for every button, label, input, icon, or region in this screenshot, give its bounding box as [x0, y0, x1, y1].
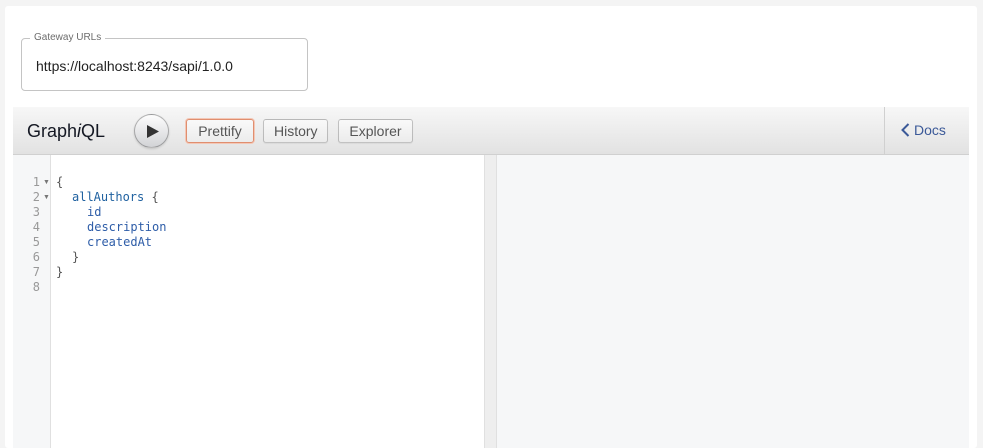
- docs-label: Docs: [914, 122, 946, 138]
- code-field: allAuthors: [72, 190, 145, 204]
- line-number: 7: [32, 265, 40, 279]
- gateway-url-label: Gateway URLs: [30, 31, 106, 44]
- line-number: 4: [32, 220, 40, 234]
- execute-query-button[interactable]: [134, 114, 169, 148]
- code-field: id: [87, 205, 102, 219]
- result-panel: [497, 155, 969, 448]
- line-number-gutter: 1 ▼ 2 ▼ 3 4 5 6 7 8: [13, 155, 51, 448]
- history-button[interactable]: History: [263, 119, 328, 143]
- prettify-button[interactable]: Prettify: [186, 119, 254, 143]
- line-number: 1: [32, 175, 40, 189]
- docs-panel-toggle: Docs: [884, 107, 969, 154]
- gateway-url-field[interactable]: [21, 38, 308, 91]
- editor-resize-handle[interactable]: [484, 155, 497, 448]
- chevron-left-icon: [901, 123, 910, 137]
- line-number: 5: [32, 235, 40, 249]
- code-line: }: [72, 250, 80, 264]
- code-line: }: [56, 265, 64, 279]
- code-line: allAuthors {: [72, 190, 159, 205]
- code-punctuation: {: [144, 190, 159, 204]
- graphiql-title: GraphiQL: [27, 121, 106, 141]
- code-field: createdAt: [87, 235, 153, 249]
- fold-arrow-icon[interactable]: ▼: [43, 175, 50, 190]
- explorer-button[interactable]: Explorer: [338, 119, 413, 143]
- docs-button[interactable]: Docs: [901, 121, 946, 139]
- line-number: 3: [32, 205, 40, 219]
- line-number: 2: [32, 190, 40, 204]
- fold-arrow-icon[interactable]: ▼: [43, 190, 50, 205]
- graphiql-toolbar: GraphiQL Prettify History Explorer Docs: [13, 107, 969, 155]
- code-line: {: [56, 175, 64, 189]
- code-field: description: [87, 220, 167, 234]
- line-number: 6: [32, 250, 40, 264]
- query-editor[interactable]: 1 ▼ 2 ▼ 3 4 5 6 7 8 { allAuthors { id de…: [13, 155, 484, 448]
- play-icon: [147, 125, 159, 138]
- gateway-url-input[interactable]: [36, 56, 296, 76]
- line-number: 8: [32, 280, 40, 294]
